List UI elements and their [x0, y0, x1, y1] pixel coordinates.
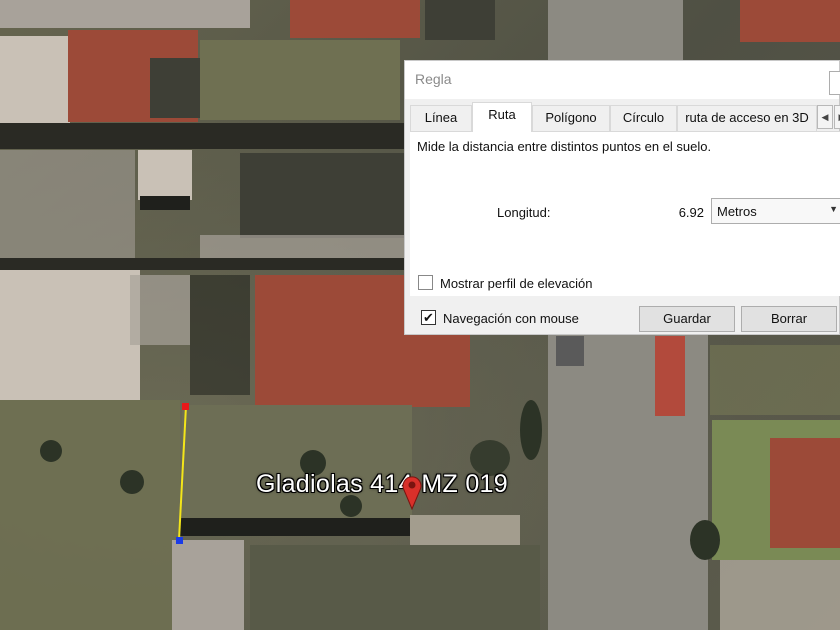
measure-start-point[interactable]: [182, 403, 189, 410]
save-button[interactable]: Guardar: [639, 306, 735, 332]
unit-select[interactable]: Metros ▼: [711, 198, 840, 224]
dialog-title: Regla: [415, 71, 452, 87]
description-text: Mide la distancia entre distintos puntos…: [417, 139, 712, 154]
tab-bar: Línea Ruta Polígono Círculo ruta de acce…: [410, 102, 840, 132]
chevron-down-icon: ▼: [829, 204, 838, 214]
tab-linea[interactable]: Línea: [410, 105, 472, 131]
placemark-pin-icon[interactable]: [401, 474, 423, 510]
tab-ruta-3d[interactable]: ruta de acceso en 3D: [677, 105, 817, 131]
tab-ruta[interactable]: Ruta: [472, 102, 532, 132]
tab-scroll: ◀ ▶: [817, 105, 840, 129]
tab-scroll-right-icon[interactable]: ▶: [834, 105, 840, 129]
ruler-dialog: Regla Línea Ruta Polígono Círculo ruta d…: [404, 60, 840, 335]
elevation-profile-checkbox[interactable]: [418, 275, 433, 290]
measure-end-point[interactable]: [176, 537, 183, 544]
length-label: Longitud:: [497, 205, 551, 220]
dialog-titlebar[interactable]: Regla: [405, 61, 840, 99]
close-button[interactable]: [829, 71, 840, 95]
unit-selected-value: Metros: [717, 204, 757, 219]
placemark-label[interactable]: Gladiolas 414-MZ 019: [256, 470, 508, 499]
clear-button[interactable]: Borrar: [741, 306, 837, 332]
tab-scroll-left-icon[interactable]: ◀: [817, 105, 833, 129]
tab-circulo[interactable]: Círculo: [610, 105, 677, 131]
measure-segment: [178, 405, 187, 541]
length-value: 6.92: [678, 205, 704, 220]
elevation-profile-label[interactable]: Mostrar perfil de elevación: [440, 276, 592, 291]
checkmark-icon: ✔: [423, 310, 434, 325]
mouse-navigation-label[interactable]: Navegación con mouse: [443, 311, 579, 326]
tab-poligono[interactable]: Polígono: [532, 105, 610, 131]
tab-panel-ruta: Mide la distancia entre distintos puntos…: [410, 131, 840, 296]
mouse-navigation-checkbox[interactable]: ✔: [421, 310, 436, 325]
